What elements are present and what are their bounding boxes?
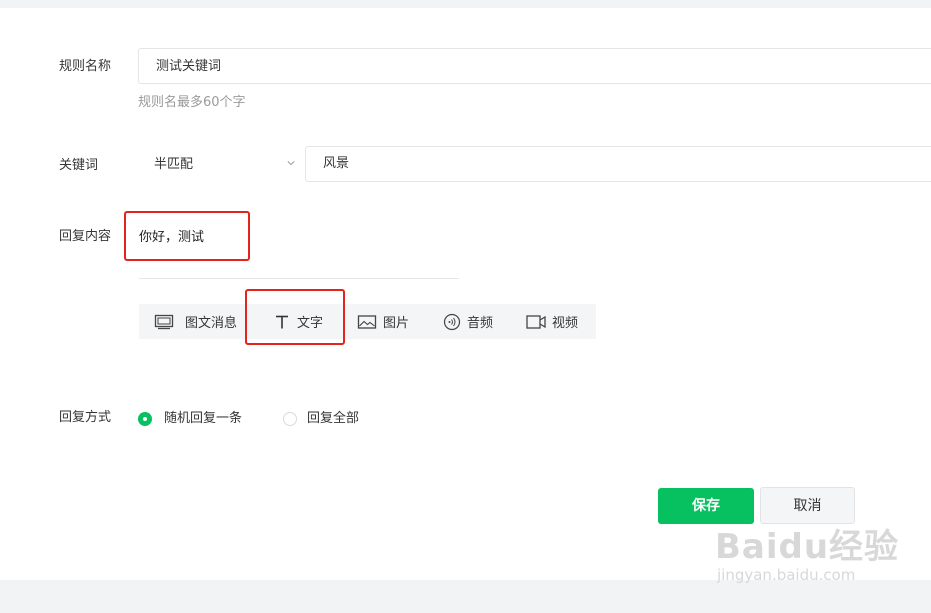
match-mode-value: 半匹配 — [154, 157, 194, 172]
reply-mode-label: 回复方式 — [59, 410, 112, 425]
tool-picture-article-label: 图文消息 — [185, 316, 238, 331]
bottom-strip — [0, 580, 931, 613]
radio-random-reply-label[interactable]: 随机回复一条 — [164, 410, 242, 428]
tool-image-label: 图片 — [383, 316, 410, 331]
keyword-input[interactable] — [305, 146, 931, 182]
radio-random-reply[interactable] — [138, 412, 152, 426]
rule-name-hint: 规则名最多60个字 — [138, 95, 246, 110]
radio-reply-all-label[interactable]: 回复全部 — [307, 410, 359, 428]
reply-editor-divider — [139, 278, 459, 279]
keyword-value: 风景 — [323, 156, 350, 171]
rule-name-input[interactable] — [138, 48, 931, 84]
tool-video-label: 视频 — [552, 316, 579, 331]
rule-name-label: 规则名称 — [59, 59, 112, 74]
reply-content-label: 回复内容 — [59, 229, 112, 244]
tool-audio[interactable]: 音频 — [443, 304, 493, 339]
tool-audio-label: 音频 — [467, 316, 494, 331]
save-button[interactable]: 保存 — [658, 488, 754, 524]
image-icon — [357, 314, 377, 329]
chevron-down-icon[interactable] — [287, 159, 295, 167]
picture-article-icon — [154, 314, 174, 329]
top-strip — [0, 0, 931, 8]
tool-image[interactable]: 图片 — [357, 304, 409, 339]
tool-video[interactable]: 视频 — [526, 304, 578, 339]
baidu-watermark: Baidu经验 jingyan.baidu.com — [715, 528, 899, 584]
highlight-box-reply-text — [124, 211, 250, 261]
watermark-url: jingyan.baidu.com — [717, 566, 856, 584]
tool-picture-article[interactable]: 图文消息 — [154, 304, 237, 339]
watermark-brand: Baidu经验 — [715, 527, 900, 567]
audio-icon — [443, 313, 461, 330]
cancel-button[interactable]: 取消 — [760, 487, 855, 524]
keyword-label: 关键词 — [59, 158, 99, 173]
video-icon — [526, 314, 546, 329]
highlight-box-text-tool — [245, 289, 345, 345]
radio-reply-all[interactable] — [283, 412, 297, 426]
rule-name-value: 测试关键词 — [156, 59, 222, 74]
